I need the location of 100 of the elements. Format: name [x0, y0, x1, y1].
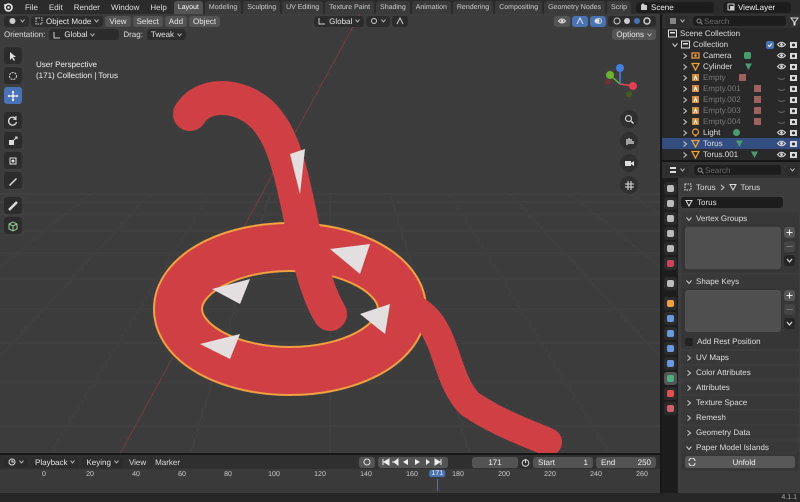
options-dropdown[interactable]	[786, 164, 799, 176]
playback-controls[interactable]	[378, 456, 448, 468]
menu-item[interactable]: File	[20, 2, 43, 12]
add-button[interactable]	[784, 290, 795, 301]
outliner-row[interactable]: Torus.001	[662, 149, 800, 160]
menu-button[interactable]: View	[105, 16, 131, 26]
tool-button[interactable]	[4, 152, 22, 169]
drag-caption: Drag:	[123, 30, 143, 39]
properties-tab[interactable]	[664, 387, 676, 400]
triangle-icon	[685, 198, 693, 206]
checkbox[interactable]	[766, 40, 774, 48]
square-icon	[666, 389, 674, 398]
menu-item[interactable]: View	[126, 458, 150, 466]
options-button[interactable]: Options	[612, 29, 656, 40]
tool-button[interactable]	[4, 197, 22, 214]
breadcrumb-data[interactable]: Torus	[740, 182, 760, 192]
editor-type-button[interactable]	[665, 164, 689, 176]
frame-field[interactable]: 171	[472, 456, 518, 468]
square-icon	[666, 359, 674, 368]
stopwatch-icon	[521, 458, 530, 466]
view-layer-field[interactable]: ViewLayer	[722, 2, 791, 12]
search-field[interactable]: Search	[693, 16, 786, 26]
properties-icon	[669, 166, 677, 174]
end-field[interactable]: End 250	[596, 456, 656, 468]
menu-button[interactable]	[784, 255, 795, 266]
triangle-icon	[691, 62, 700, 71]
grid-button[interactable]	[620, 176, 638, 194]
transform-icon	[7, 154, 19, 166]
properties-tab[interactable]	[664, 402, 676, 415]
menu-item[interactable]: Edit	[44, 2, 68, 12]
outliner-row[interactable]: Camera	[662, 50, 800, 61]
menu-item[interactable]: Window	[106, 2, 144, 12]
display-mode-button[interactable]	[665, 16, 689, 26]
properties-tab[interactable]	[664, 312, 676, 325]
playback-icon	[382, 458, 444, 466]
properties-tab[interactable]	[664, 197, 676, 210]
menu-item[interactable]: Marker	[152, 458, 184, 466]
eye-icon	[558, 17, 566, 25]
tool-button[interactable]	[4, 217, 22, 234]
orientation-dropdown[interactable]: Global	[314, 16, 364, 26]
tool-button[interactable]	[4, 87, 22, 104]
menu-item[interactable]: Render	[68, 2, 105, 12]
disclosure-icon	[686, 430, 692, 436]
tool-button[interactable]	[4, 112, 22, 129]
properties-tab[interactable]	[664, 277, 676, 290]
properties-tab[interactable]	[664, 227, 676, 240]
camera-button[interactable]	[620, 154, 638, 172]
pivot-button[interactable]	[366, 16, 390, 26]
menu-dropdown[interactable]: Keying	[82, 456, 123, 468]
properties-tab[interactable]	[664, 242, 676, 255]
editor-type-button[interactable]	[4, 16, 29, 26]
start-field[interactable]: Start 1	[533, 456, 593, 468]
outliner-row[interactable]: Cylinder	[662, 61, 800, 72]
scene-field[interactable]: Scene	[636, 2, 714, 12]
shading-buttons[interactable]	[608, 16, 656, 26]
drag-dropdown[interactable]: Tweak	[146, 29, 186, 40]
filter-icon	[790, 16, 799, 26]
tool-button[interactable]	[4, 47, 22, 64]
tool-button[interactable]	[4, 132, 22, 149]
menu-item[interactable]: Help	[145, 2, 172, 12]
zoom-button[interactable]	[620, 110, 638, 128]
snap-button[interactable]	[392, 16, 408, 26]
properties-tab[interactable]	[664, 182, 676, 195]
end-value: 250	[638, 458, 651, 466]
hand-button[interactable]	[620, 132, 638, 150]
properties-tab[interactable]	[664, 212, 676, 225]
menu-button[interactable]: Add	[164, 16, 188, 26]
tool-button[interactable]	[4, 67, 22, 84]
empty-object-icon	[691, 73, 700, 82]
search-field[interactable]: Search	[694, 165, 781, 175]
breadcrumb-object[interactable]: Torus	[696, 182, 716, 192]
mode-dropdown[interactable]: Object Mode	[31, 16, 104, 26]
add-button[interactable]	[784, 227, 795, 238]
properties-tab[interactable]	[664, 342, 676, 355]
menu-button[interactable]: Select	[132, 16, 163, 26]
editor-type-button[interactable]	[4, 456, 28, 468]
menu-dropdown[interactable]: Playback	[31, 456, 80, 468]
properties-tab[interactable]	[664, 327, 676, 340]
orientation-dropdown[interactable]: Global	[49, 29, 120, 40]
properties-tab[interactable]	[664, 297, 676, 310]
gizmo-toggle[interactable]	[572, 16, 588, 26]
properties-tab[interactable]	[664, 357, 676, 370]
outliner-row[interactable]: Torus	[662, 138, 800, 149]
data-name-field[interactable]: Torus	[681, 197, 783, 208]
record-button[interactable]	[359, 456, 376, 468]
menu-button[interactable]	[784, 318, 795, 329]
menu-button[interactable]: Object	[189, 16, 220, 26]
visibility-toggle[interactable]	[554, 16, 570, 26]
properties-tab[interactable]	[664, 372, 676, 385]
unfold-button[interactable]: Unfold	[685, 456, 795, 468]
collection-label[interactable]: Collection	[693, 40, 728, 49]
scene-collection-label[interactable]: Scene Collection	[680, 29, 740, 38]
overlay-toggle[interactable]	[590, 16, 606, 26]
properties-tab[interactable]	[664, 257, 676, 270]
plus-icon	[786, 292, 793, 299]
object-icon	[684, 183, 692, 191]
axis-gizmo-drawing[interactable]	[605, 64, 637, 97]
outliner-row[interactable]: Light	[662, 127, 800, 138]
tool-button[interactable]	[4, 172, 22, 189]
disclosure-icon	[686, 354, 692, 360]
